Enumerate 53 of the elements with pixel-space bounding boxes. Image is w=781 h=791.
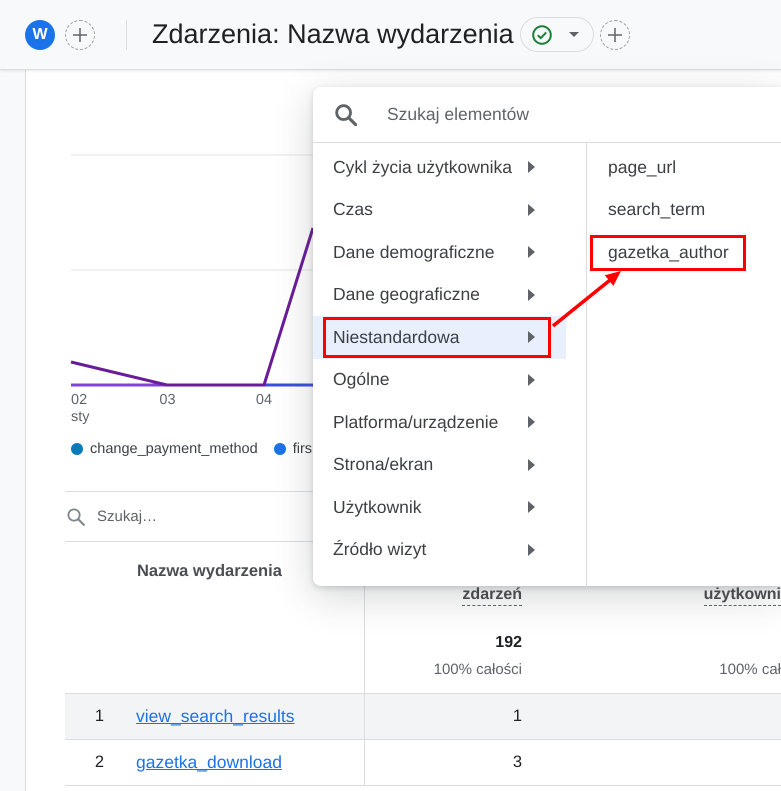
caret-right-icon (528, 501, 535, 514)
menu-item[interactable]: Ogólne (313, 358, 566, 401)
caret-right-icon (528, 544, 535, 556)
check-circle-icon (532, 24, 552, 44)
menu-item[interactable]: Strona/ekran (313, 444, 566, 486)
menu-item[interactable]: Platforma/urządzenie (313, 401, 566, 444)
menu-item[interactable]: Dane geograficzne (313, 274, 566, 316)
legend-label: change_payment_method (90, 441, 258, 457)
caret-right-icon (528, 204, 535, 216)
axis-label: sty (71, 409, 90, 425)
menu-item[interactable]: page_url (587, 146, 694, 188)
row-index: 2 (94, 753, 105, 772)
axis-label: 02 (71, 392, 88, 408)
menu-item[interactable]: Czas (313, 188, 566, 231)
caret-right-icon (528, 161, 535, 174)
table-cell: 3 (512, 753, 522, 772)
caret-right-icon (528, 458, 535, 471)
search-field[interactable]: Szukaj elementów (387, 104, 687, 125)
event-link[interactable]: gazetka_download (136, 752, 282, 772)
column-share: 100% całości (434, 661, 522, 679)
page-title: Zdarzenia: Nazwa wydarzenia (152, 19, 514, 50)
add-button[interactable] (600, 20, 630, 50)
caret-right-icon (528, 416, 535, 428)
caret-right-icon (528, 246, 535, 258)
menu-item[interactable]: Niestandardowa (313, 316, 566, 358)
add-button[interactable] (65, 20, 95, 50)
row-index: 1 (94, 707, 105, 726)
letter-avatar[interactable]: W (25, 20, 55, 50)
column-share: 100% cał (719, 661, 781, 679)
search-icon (67, 508, 85, 526)
menu-item[interactable]: search_term (587, 188, 722, 231)
table-cell: 1 (512, 707, 522, 726)
menu-item[interactable]: Użytkownik (313, 486, 566, 528)
axis-label: 04 (256, 392, 272, 408)
caret-right-icon (528, 288, 535, 301)
plus-icon (73, 28, 87, 42)
legend-label: firs (292, 441, 312, 457)
status-dropdown[interactable] (520, 17, 594, 52)
caret-right-icon (528, 331, 535, 344)
table-row[interactable]: 1 view_search_results 1 (65, 694, 781, 740)
search-icon (335, 104, 357, 126)
plus-icon (608, 28, 622, 42)
caret-right-icon (528, 374, 535, 386)
table-row[interactable]: 2 gazetka_download 3 (65, 740, 781, 786)
menu-item[interactable]: Źródło wizyt (313, 528, 566, 571)
menu-item[interactable]: Cykl życia użytkownika (313, 146, 566, 188)
menu-item[interactable]: Dane demograficzne (313, 231, 566, 274)
column-total: 192 (495, 633, 522, 653)
event-link[interactable]: view_search_results (136, 706, 295, 726)
caret-icon (568, 32, 579, 37)
menu-item[interactable]: gazetka_author (587, 231, 746, 274)
search-field[interactable]: Szukaj… (97, 508, 297, 525)
axis-label: 03 (159, 392, 176, 408)
